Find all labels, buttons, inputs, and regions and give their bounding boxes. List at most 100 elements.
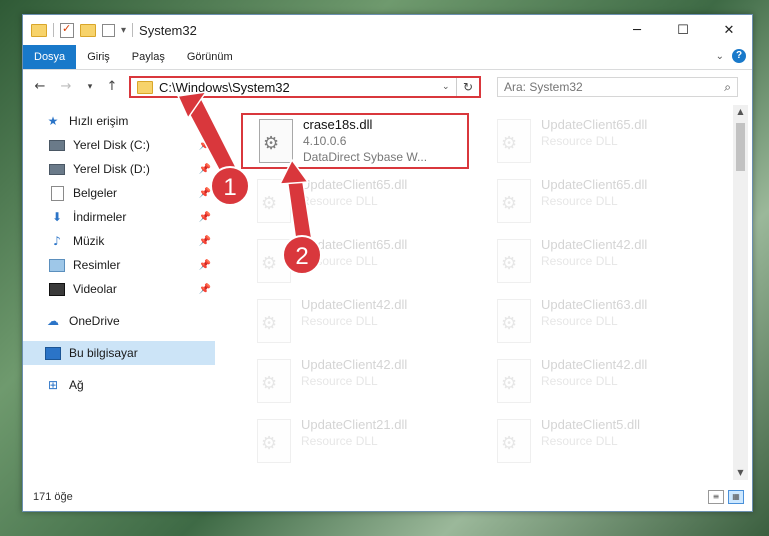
tiles-view-icon[interactable]: ▦ — [728, 490, 744, 504]
file-item[interactable]: ⚙ UpdateClient21.dll Resource DLL — [241, 415, 471, 467]
tab-home[interactable]: Giriş — [76, 45, 121, 69]
sidebar-item-local-disk-d[interactable]: Yerel Disk (D:) 📌 — [23, 157, 215, 181]
sidebar-item-quick-access[interactable]: ★ Hızlı erişim — [23, 109, 215, 133]
file-type: Resource DLL — [541, 254, 618, 268]
dll-gear-icon: ⚙ — [257, 119, 295, 163]
cloud-icon: ☁ — [47, 314, 59, 328]
file-item[interactable]: ⚙ UpdateClient42.dll Resource DLL — [481, 355, 711, 407]
search-input[interactable] — [504, 80, 684, 94]
file-name: UpdateClient42.dll — [301, 297, 408, 312]
pin-icon[interactable]: 📌 — [199, 212, 211, 223]
customize-dropdown-icon[interactable]: ▾ — [121, 25, 126, 36]
file-item[interactable]: ⚙ UpdateClient42.dll Resource DLL — [241, 295, 471, 347]
pin-icon[interactable]: 📌 — [199, 140, 211, 151]
sidebar-item-downloads[interactable]: ⬇ İndirmeler 📌 — [23, 205, 215, 229]
file-name: UpdateClient65.dll — [301, 177, 408, 192]
address-dropdown-icon[interactable]: ⌄ — [442, 82, 456, 92]
pin-icon[interactable]: 📌 — [199, 188, 211, 199]
dll-gear-icon: ⚙ — [495, 299, 533, 343]
item-count: 171 öğe — [33, 491, 73, 503]
dll-gear-icon: ⚙ — [495, 239, 533, 283]
file-type: Resource DLL — [541, 314, 618, 328]
recent-locations-icon[interactable]: ▾ — [79, 77, 101, 97]
file-type: Resource DLL — [541, 434, 618, 448]
sidebar-item-music[interactable]: ♪ Müzik 📌 — [23, 229, 215, 253]
dll-gear-icon: ⚙ — [495, 359, 533, 403]
file-name: UpdateClient21.dll — [301, 417, 408, 432]
dll-gear-icon: ⚙ — [255, 179, 293, 223]
file-name: UpdateClient65.dll — [541, 177, 648, 192]
close-icon[interactable]: ✕ — [706, 15, 752, 45]
file-type: Resource DLL — [541, 134, 618, 148]
file-type: Resource DLL — [301, 434, 378, 448]
address-path[interactable]: C:\Windows\System32 — [159, 80, 442, 95]
tab-file[interactable]: Dosya — [23, 45, 77, 69]
quick-access-toolbar: ▾ — [23, 22, 134, 38]
sidebar-item-documents[interactable]: Belgeler 📌 — [23, 181, 215, 205]
refresh-icon[interactable]: ↻ — [456, 78, 479, 96]
forward-arrow-icon[interactable]: → — [55, 77, 77, 97]
back-arrow-icon[interactable]: ← — [29, 77, 51, 97]
sidebar-item-pictures[interactable]: Resimler 📌 — [23, 253, 215, 277]
network-icon: ⊞ — [47, 378, 59, 392]
file-item[interactable]: ⚙ UpdateClient65.dll Resource DLL — [241, 175, 471, 227]
expand-ribbon-icon[interactable]: ⌄ — [716, 51, 724, 62]
file-item[interactable]: ⚙ UpdateClient65.dll Resource DLL — [481, 115, 711, 167]
file-type: Resource DLL — [301, 374, 378, 388]
videos-icon — [49, 282, 65, 296]
file-name: UpdateClient42.dll — [301, 357, 408, 372]
drive-icon — [49, 138, 65, 152]
download-icon: ⬇ — [51, 210, 63, 224]
navigation-pane: ★ Hızlı erişim Yerel Disk (C:) 📌 Yerel D… — [23, 109, 215, 479]
search-icon[interactable]: ⌕ — [724, 80, 731, 95]
pictures-icon — [49, 258, 65, 272]
details-view-icon[interactable]: ≡ — [708, 490, 724, 504]
file-item-crase18s[interactable]: ⚙ crase18s.dll 4.10.0.6 DataDirect Sybas… — [241, 113, 469, 169]
tab-view[interactable]: Görünüm — [176, 45, 244, 69]
navigation-bar: ← → ▾ ↑ C:\Windows\System32 ⌄ ↻ ⌕ — [23, 72, 752, 102]
file-type: Resource DLL — [541, 194, 618, 208]
file-item[interactable]: ⚙ UpdateClient42.dll Resource DLL — [241, 355, 471, 407]
file-type: Resource DLL — [301, 194, 378, 208]
file-type: Resource DLL — [541, 374, 618, 388]
sidebar-item-local-disk-c[interactable]: Yerel Disk (C:) 📌 — [23, 133, 215, 157]
file-type: Resource DLL — [301, 314, 378, 328]
file-item[interactable]: ⚙ UpdateClient42.dll Resource DLL — [481, 235, 711, 287]
scroll-up-icon[interactable]: ▲ — [733, 105, 748, 119]
pin-icon[interactable]: 📌 — [199, 260, 211, 271]
maximize-icon[interactable]: ☐ — [660, 15, 706, 45]
sidebar-item-videos[interactable]: Videolar 📌 — [23, 277, 215, 301]
sidebar-item-this-pc[interactable]: Bu bilgisayar — [23, 341, 215, 365]
new-folder-icon[interactable] — [80, 23, 96, 37]
drive-icon — [49, 162, 65, 176]
explorer-window: ▾ System32 ─ ☐ ✕ Dosya Giriş Paylaş Görü… — [22, 14, 753, 512]
file-type: Resource DLL — [301, 254, 378, 268]
star-icon: ★ — [47, 114, 59, 128]
up-arrow-icon[interactable]: ↑ — [101, 77, 123, 97]
file-item[interactable]: ⚙ UpdateClient63.dll Resource DLL — [481, 295, 711, 347]
file-item[interactable]: ⚙ UpdateClient65.dll Resource DLL — [481, 175, 711, 227]
file-item[interactable]: ⚙ UpdateClient5.dll Resource DLL — [481, 415, 711, 467]
ribbon-tabs: Dosya Giriş Paylaş Görünüm ⌄ ? — [23, 45, 752, 70]
folder-icon — [137, 80, 153, 94]
file-list: ⚙ crase18s.dll 4.10.0.6 DataDirect Sybas… — [227, 105, 733, 480]
scroll-down-icon[interactable]: ▼ — [733, 466, 748, 480]
pin-icon[interactable]: 📌 — [199, 164, 211, 175]
pin-icon[interactable]: 📌 — [199, 236, 211, 247]
scroll-thumb[interactable] — [736, 123, 745, 171]
vertical-scrollbar[interactable]: ▲ ▼ — [733, 105, 748, 480]
pin-icon[interactable]: 📌 — [199, 284, 211, 295]
dll-gear-icon: ⚙ — [255, 359, 293, 403]
properties-icon[interactable] — [102, 23, 115, 37]
help-icon[interactable]: ? — [732, 49, 746, 63]
checklist-icon[interactable] — [60, 22, 74, 38]
minimize-icon[interactable]: ─ — [614, 15, 660, 45]
search-box[interactable]: ⌕ — [497, 77, 738, 97]
address-bar[interactable]: C:\Windows\System32 ⌄ ↻ — [129, 76, 481, 98]
file-name: UpdateClient5.dll — [541, 417, 641, 432]
tab-share[interactable]: Paylaş — [121, 45, 176, 69]
document-icon — [49, 185, 65, 201]
sidebar-item-onedrive[interactable]: ☁ OneDrive — [23, 309, 215, 333]
sidebar-item-network[interactable]: ⊞ Ağ — [23, 373, 215, 397]
file-item[interactable]: ⚙ UpdateClient65.dll Resource DLL — [241, 235, 471, 287]
